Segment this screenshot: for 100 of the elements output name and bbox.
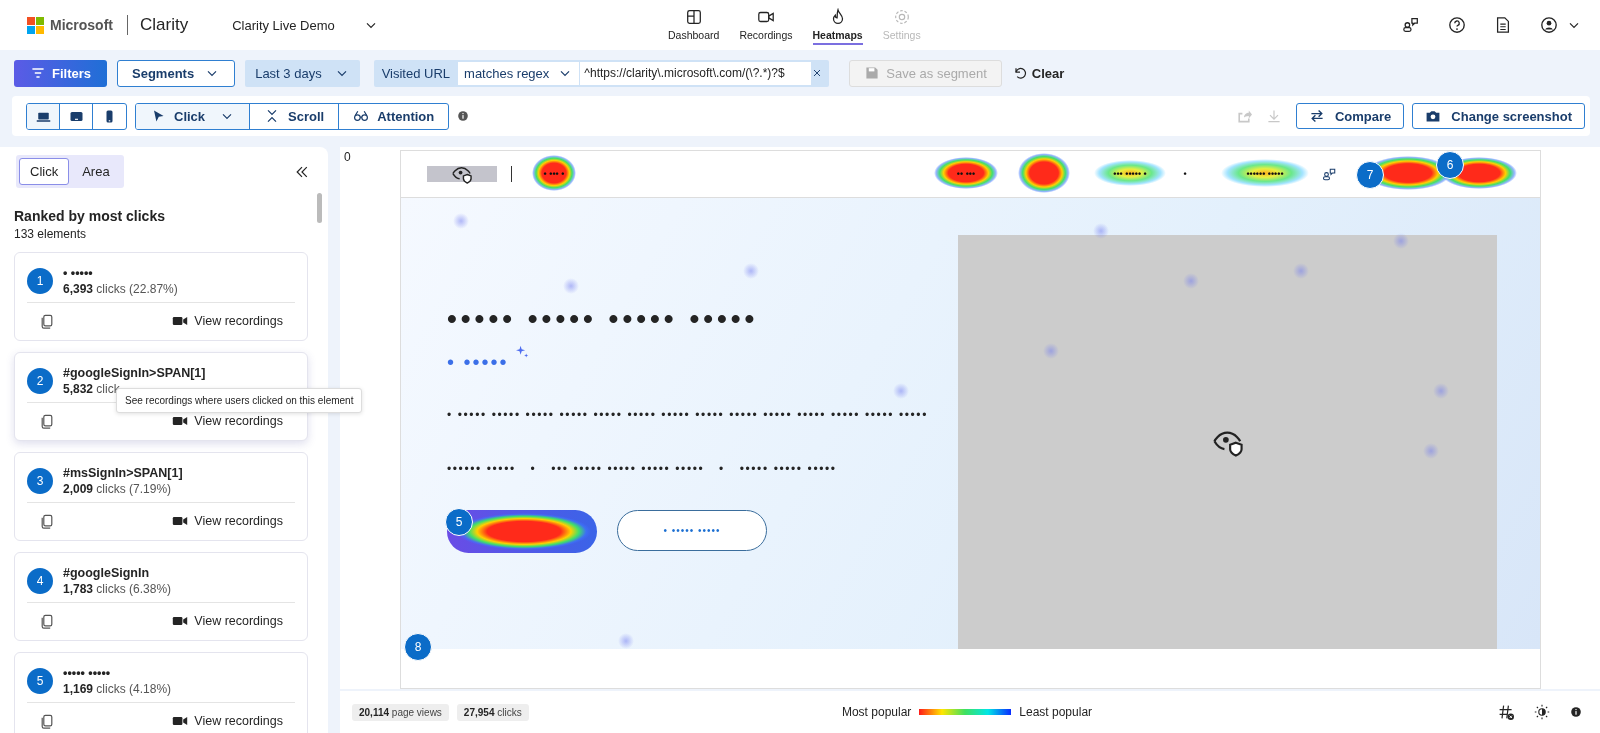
filter-label: Visited URL bbox=[381, 65, 451, 81]
dashboard-icon bbox=[684, 8, 703, 26]
panel-tab[interactable]: Click bbox=[19, 158, 70, 185]
heat-spot bbox=[618, 633, 634, 649]
company-name: Microsoft bbox=[50, 17, 113, 33]
heat-spot bbox=[453, 213, 469, 229]
heatmap-mode-tab[interactable]: Attention bbox=[339, 103, 449, 129]
masked-headline: ••••• ••••• ••••• ••••• bbox=[447, 303, 760, 335]
heat-spot bbox=[1183, 273, 1199, 289]
account-icon bbox=[1540, 16, 1558, 34]
change-screenshot-button[interactable]: Change screenshot bbox=[1412, 103, 1585, 129]
masked-nav-text: • bbox=[1183, 169, 1187, 179]
date-range-dropdown[interactable]: Last 3 days bbox=[245, 59, 360, 87]
copy-icon[interactable] bbox=[39, 513, 55, 529]
info-icon[interactable] bbox=[1570, 706, 1582, 718]
panel-tab[interactable]: Area bbox=[71, 158, 121, 185]
segments-dropdown[interactable]: Segments bbox=[117, 59, 236, 87]
scrollbar-thumb[interactable] bbox=[317, 193, 322, 223]
compare-button[interactable]: Compare bbox=[1296, 103, 1405, 129]
heat-spot bbox=[1423, 443, 1439, 459]
masked-nav-text: ••• ••••• • bbox=[1113, 169, 1147, 179]
element-card[interactable]: 3 #msSignIn>SPAN[1] 2,009 clicks (7.19%) View recordings bbox=[14, 452, 308, 541]
masked-nav-text: • ••• • bbox=[543, 169, 565, 179]
masked-paragraph: • ••••• ••••• ••••• ••••• ••••• ••••• ••••• ••••• ••••• ••••• ••••• ••••• ••••• ••••• bbox=[447, 408, 929, 422]
view-recordings-link[interactable]: View recordings bbox=[172, 313, 283, 329]
save-icon bbox=[864, 65, 881, 81]
view-recordings-link[interactable]: View recordings bbox=[172, 513, 283, 529]
hide-numbers-icon[interactable] bbox=[1498, 704, 1514, 720]
click-rank-marker[interactable]: 6 bbox=[1436, 151, 1464, 179]
clear-button[interactable]: Clear bbox=[1011, 65, 1065, 81]
heat-spot bbox=[563, 278, 579, 294]
view-recordings-link[interactable]: View recordings bbox=[172, 713, 283, 729]
element-selector: ••••• ••••• bbox=[63, 665, 112, 680]
heat-spot bbox=[1293, 263, 1309, 279]
heat-spot bbox=[1093, 223, 1109, 239]
copy-icon[interactable] bbox=[39, 313, 55, 329]
panel-heading: Ranked by most clicks bbox=[14, 208, 166, 224]
element-selector: • ••••• bbox=[63, 265, 94, 280]
heatmap-mode-tab[interactable]: Click bbox=[136, 103, 251, 129]
project-dropdown[interactable]: Clarity Live Demo bbox=[232, 17, 379, 33]
element-card[interactable]: 4 #googleSignIn 1,783 clicks (6.38%) View recordings bbox=[14, 552, 308, 641]
legend-label: Least popular bbox=[1019, 705, 1093, 719]
element-selector: #msSignIn>SPAN[1] bbox=[63, 465, 183, 480]
rank-badge: 4 bbox=[27, 567, 53, 594]
sparkle-icon bbox=[514, 345, 529, 359]
url-value-field[interactable]: ^https://clarity\.microsoft\.com/(\?.*)?$ bbox=[579, 61, 812, 85]
nav-tab[interactable]: Recordings bbox=[739, 6, 793, 45]
rank-badge: 2 bbox=[27, 367, 53, 394]
device-toggle[interactable] bbox=[27, 103, 60, 129]
heat-spot bbox=[532, 155, 576, 191]
masked-content-icon bbox=[452, 164, 472, 184]
operator-dropdown[interactable]: matches regex bbox=[458, 61, 580, 85]
copy-icon[interactable] bbox=[39, 713, 55, 729]
brightness-icon[interactable] bbox=[1534, 704, 1550, 720]
stat-pill: 27,954 clicks bbox=[456, 703, 529, 721]
settings-icon bbox=[892, 8, 911, 26]
copy-icon[interactable] bbox=[39, 613, 55, 629]
element-selector: #googleSignIn>SPAN[1] bbox=[63, 365, 206, 380]
click-count: 2,009 clicks (7.19%) bbox=[63, 481, 173, 496]
rank-badge: 1 bbox=[27, 267, 53, 294]
nav-tab[interactable]: Dashboard bbox=[668, 6, 720, 45]
masked-nav-text: •••••• ••••• bbox=[1246, 169, 1284, 179]
help-icon[interactable] bbox=[1448, 16, 1466, 34]
swap-icon bbox=[1309, 108, 1325, 124]
heat-spot bbox=[1393, 233, 1409, 249]
click-count: 1,783 clicks (6.38%) bbox=[63, 581, 172, 596]
view-recordings-link[interactable]: View recordings bbox=[172, 613, 283, 629]
click-count: 6,393 clicks (22.87%) bbox=[63, 281, 178, 296]
filter-icon bbox=[30, 65, 46, 81]
heat-spot bbox=[1433, 383, 1449, 399]
element-selector: #googleSignIn bbox=[63, 565, 151, 580]
feedback-icon[interactable] bbox=[1402, 16, 1420, 34]
nav-tab[interactable]: Heatmaps bbox=[812, 6, 863, 45]
click-count: 1,169 clicks (4.18%) bbox=[63, 681, 172, 696]
rank-badge: 3 bbox=[27, 467, 53, 494]
glasses-icon bbox=[353, 108, 370, 124]
element-card[interactable]: 5 ••••• ••••• 1,169 clicks (4.18%) View recordings bbox=[14, 652, 308, 733]
heat-spot bbox=[893, 383, 909, 399]
element-count: 133 elements bbox=[14, 227, 88, 241]
heat-spot bbox=[1043, 343, 1059, 359]
click-rank-marker[interactable]: 7 bbox=[1356, 161, 1384, 189]
filters-button[interactable]: Filters bbox=[14, 59, 107, 87]
view-recordings-link[interactable]: View recordings bbox=[172, 413, 283, 429]
stat-pill: 20,114 page views bbox=[352, 703, 449, 721]
chat-icon bbox=[1322, 167, 1337, 182]
camera-icon bbox=[1425, 108, 1442, 124]
element-card[interactable]: 1 • ••••• 6,393 clicks (22.87%) View recordings bbox=[14, 252, 308, 341]
masked-subtitle: • ••••• bbox=[447, 351, 509, 374]
rank-badge: 5 bbox=[27, 667, 53, 694]
tooltip: See recordings where users clicked on this element bbox=[116, 388, 363, 413]
product-name: Clarity bbox=[140, 15, 189, 35]
document-icon[interactable] bbox=[1494, 16, 1512, 34]
masked-meta-text: •••••• ••••• • ••• ••••• ••••• ••••• ••••• • ••••• ••••• ••••• bbox=[447, 462, 838, 476]
legend-label: Most popular bbox=[841, 705, 912, 719]
copy-icon[interactable] bbox=[39, 413, 55, 429]
heat-spot bbox=[743, 263, 759, 279]
heatmap-mode-tab[interactable]: Scroll bbox=[250, 103, 340, 129]
microsoft-logo bbox=[27, 16, 44, 34]
heat-spot bbox=[1018, 153, 1070, 193]
info-icon[interactable] bbox=[457, 110, 470, 122]
